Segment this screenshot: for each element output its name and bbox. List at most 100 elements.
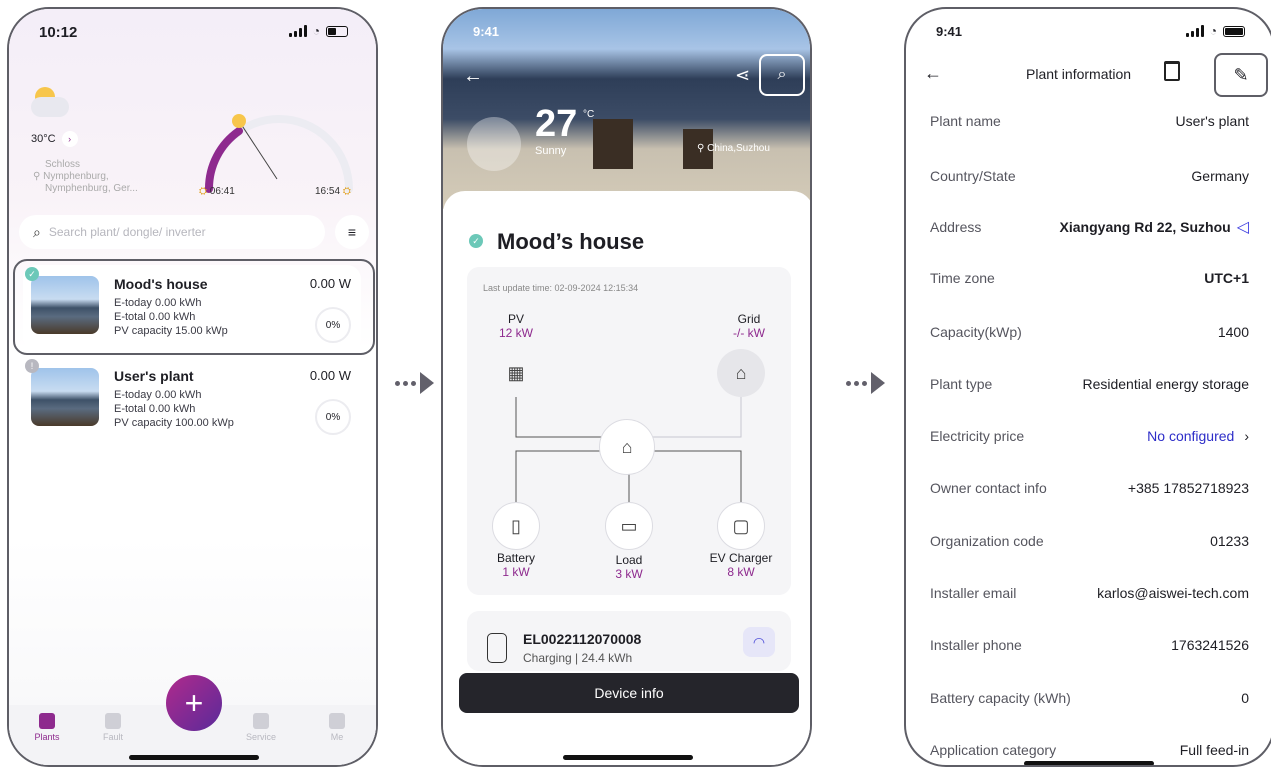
edit-button[interactable]: ✎ [1214, 53, 1268, 97]
plant-power: 0.00 W [309, 368, 351, 383]
info-row-installer-phone[interactable]: Installer phone 1763241526 [930, 635, 1249, 655]
house-name: Mood’s house [497, 229, 645, 254]
plant-etoday: E-today 0.00 kWh [114, 297, 202, 309]
phone-plant-detail: 9:41 ← ⋖ ⌕ 27 °C Sunny ⚲ China,Suzhou ✓ … [441, 7, 812, 767]
document-search-icon: ⌕ [777, 66, 787, 83]
plant-name: User's plant [114, 368, 194, 384]
back-arrow-icon[interactable]: ← [463, 65, 483, 88]
sun-arc [204, 114, 353, 193]
signal-icon [1185, 25, 1204, 37]
location-line: Schloss [45, 159, 81, 170]
home-indicator [563, 755, 693, 760]
battery-icon [1223, 25, 1245, 37]
phone-plant-list: 10:12 ◔ 30°C › Schloss ⚲ Nymphenburg, Ny… [7, 7, 378, 767]
charger-icon [487, 633, 507, 663]
phone-plant-information: 9:41 ◔ ← Plant information ✎ Plant name U… [904, 7, 1271, 767]
info-row-battery-capacity[interactable]: Battery capacity (kWh) 0 [930, 688, 1249, 708]
sunset-time: 16:54 ⛭ [315, 186, 351, 197]
status-time: 9:41 [936, 24, 963, 39]
add-plant-button[interactable]: + [166, 675, 222, 731]
temperature: 27 [535, 103, 578, 145]
status-icons: ◔ [1185, 24, 1245, 38]
search-icon: ⌕ [33, 223, 41, 240]
pin-icon: ⚲ [697, 143, 705, 154]
navigation-icon[interactable]: ◁ [1237, 217, 1249, 237]
plant-percent: 0% [315, 399, 351, 435]
status-bar: 10:12 ◔ [9, 9, 376, 55]
solar-panel-icon: ▦ [492, 349, 540, 397]
flow-arrow [846, 372, 885, 394]
status-bar: 9:41 ◔ [906, 9, 1271, 55]
device-info-button[interactable]: Device info [459, 673, 799, 713]
wifi-icon: ◔ [312, 24, 320, 38]
location-line: ⚲ Nymphenburg, [33, 171, 109, 182]
info-row-country[interactable]: Country/State Germany [930, 166, 1249, 186]
battery-value: 1 kW [502, 565, 530, 579]
back-arrow-icon[interactable]: ← [924, 63, 942, 84]
info-row-application-category[interactable]: Application category Full feed-in [930, 740, 1249, 760]
delete-icon[interactable] [1164, 61, 1180, 81]
pin-icon: ⚲ [33, 171, 41, 182]
status-time: 9:41 [473, 24, 500, 39]
signal-icon [288, 25, 307, 37]
location-label: ⚲ China,Suzhou [697, 143, 770, 154]
location-block: Schloss ⚲ Nymphenburg, Nymphenburg, Ger.… [33, 159, 138, 195]
tab-me[interactable]: Me [315, 713, 359, 742]
load-value: 3 kW [615, 567, 643, 581]
info-row-owner-contact[interactable]: Owner contact info +385 17852718923 [930, 478, 1249, 498]
info-row-installer-email[interactable]: Installer email karlos@aiswei-tech.com [930, 583, 1249, 603]
sunset-icon: ⛭ [342, 186, 351, 197]
weather-sun-cloud-icon [31, 87, 71, 117]
device-info-label: Device info [594, 685, 664, 701]
filter-icon: ≡ [347, 224, 357, 240]
online-check-icon: ✓ [469, 234, 483, 248]
plant-card[interactable]: ! User's plant E-today 0.00 kWh E-total … [23, 357, 361, 443]
plant-card[interactable]: ✓ Mood's house E-today 0.00 kWh E-total … [23, 265, 361, 351]
search-bar[interactable]: ⌕ Search plant/ dongle/ inverter [19, 215, 325, 249]
plant-capacity: PV capacity 15.00 kWp [114, 325, 228, 337]
tab-service[interactable]: Service [239, 713, 283, 742]
ev-value: 8 kW [727, 565, 755, 579]
location-line: Nymphenburg, Ger... [45, 183, 138, 194]
wifi-icon: ◠ [743, 627, 775, 657]
plus-icon: + [184, 684, 204, 721]
status-time: 10:12 [39, 24, 78, 41]
info-row-org-code[interactable]: Organization code 01233 [930, 531, 1249, 551]
share-icon[interactable]: ⋖ [735, 65, 750, 86]
info-row-plant-type[interactable]: Plant type Residential energy storage [930, 374, 1249, 394]
tab-plants[interactable]: Plants [25, 713, 69, 742]
info-row-electricity-price[interactable]: Electricity price No configured › [930, 426, 1249, 446]
weather-icon [467, 117, 521, 171]
chevron-right-icon: › [61, 131, 78, 147]
sunrise-icon: ⛭ [199, 186, 207, 197]
online-status-icon: ✓ [25, 267, 39, 281]
filter-button[interactable]: ≡ [335, 215, 369, 249]
sunrise-time: ⛭ 06:41 [199, 186, 235, 197]
plant-name: Mood's house [114, 276, 208, 292]
temp-unit: °C [583, 109, 595, 120]
info-row-address[interactable]: Address Xiangyang Rd 22, Suzhou ◁ [930, 217, 1249, 237]
temp-text: 30°C [31, 133, 56, 145]
tab-fault[interactable]: Fault [91, 713, 135, 742]
load-icon: ▭ [605, 502, 653, 550]
alarm-icon [105, 713, 121, 729]
device-status: Charging | 24.4 kWh [523, 651, 633, 665]
weather-temp[interactable]: 30°C › [31, 131, 78, 147]
search-input[interactable]: Search plant/ dongle/ inverter [49, 225, 206, 239]
ev-label: EV Charger 8 kW [699, 551, 783, 579]
battery-icon [326, 25, 348, 37]
status-icons: ◔ [288, 24, 348, 38]
plant-etoday: E-today 0.00 kWh [114, 389, 202, 401]
flow-arrow [395, 372, 434, 394]
plant-etotal: E-total 0.00 kWh [114, 311, 196, 323]
info-row-capacity[interactable]: Capacity(kWp) 1400 [930, 322, 1249, 342]
offline-status-icon: ! [25, 359, 39, 373]
info-row-plant-name[interactable]: Plant name User's plant [930, 111, 1249, 131]
load-label: Load 3 kW [594, 553, 664, 581]
plant-percent: 0% [315, 307, 351, 343]
chevron-right-icon: › [1244, 428, 1249, 444]
info-row-timezone[interactable]: Time zone UTC+1 [930, 268, 1249, 288]
plant-info-button[interactable]: ⌕ [759, 54, 805, 96]
grid-tower-icon: ⌂ [717, 349, 765, 397]
home-indicator [1024, 761, 1154, 765]
